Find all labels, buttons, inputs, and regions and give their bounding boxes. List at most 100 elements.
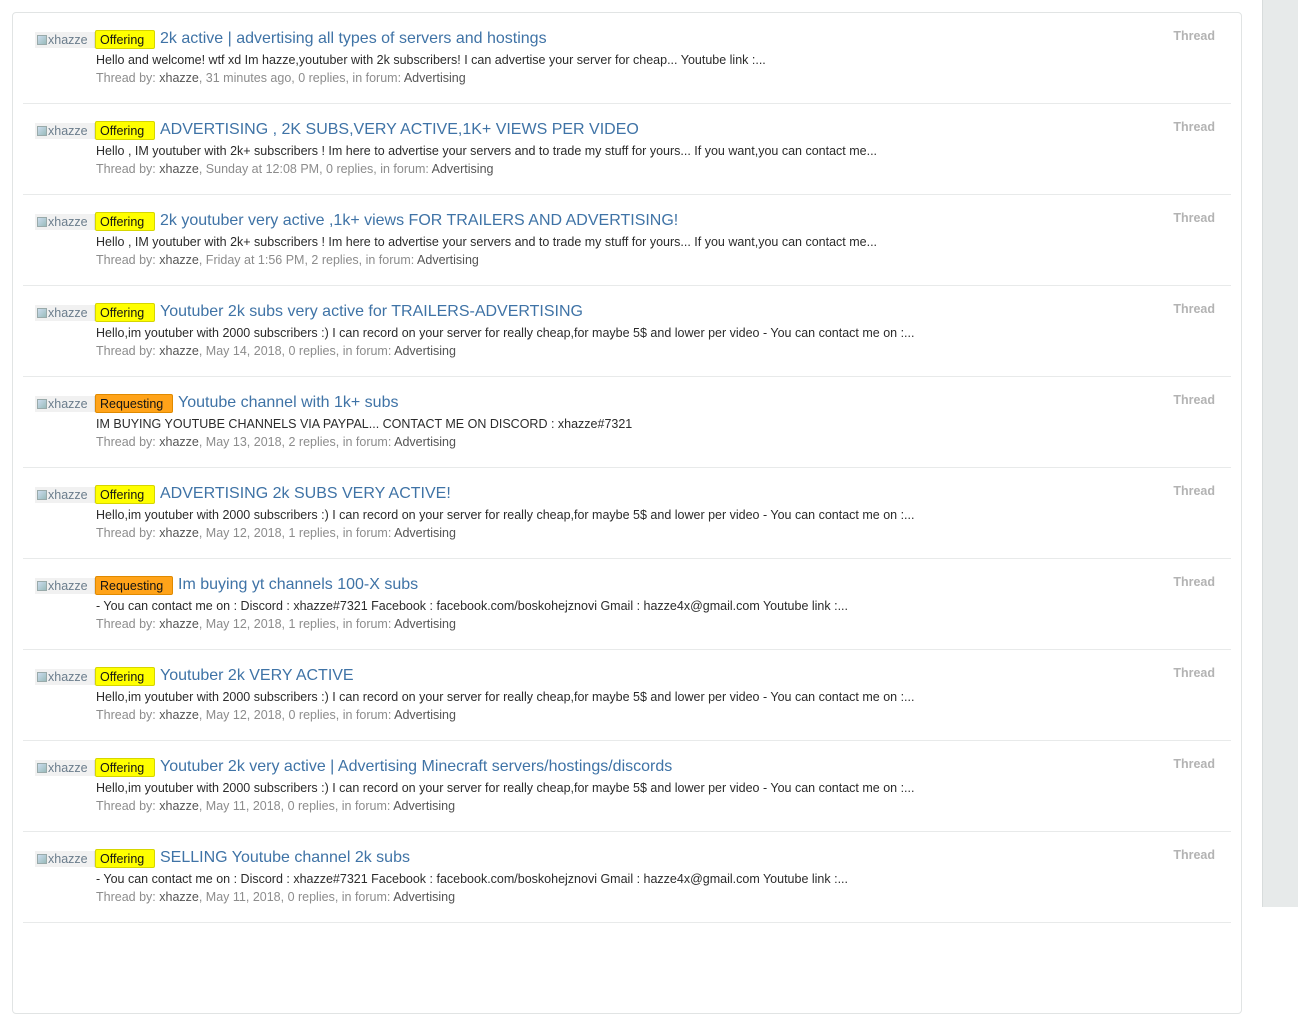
prefix-badge: Requesting	[95, 576, 173, 595]
broken-image-icon	[37, 490, 47, 500]
meta-details: , Sunday at 12:08 PM, 0 replies, in foru…	[198, 162, 429, 176]
forum-link[interactable]: Advertising	[404, 71, 466, 85]
broken-image-icon	[37, 854, 47, 864]
author-link[interactable]: xhazze	[159, 435, 199, 449]
avatar[interactable]: xhazze	[35, 851, 95, 867]
broken-image-icon	[37, 308, 47, 318]
content-type-label: Thread	[1173, 120, 1215, 134]
avatar[interactable]: xhazze	[35, 305, 95, 321]
avatar[interactable]: xhazze	[35, 487, 95, 503]
avatar-alt-text: xhazze	[48, 215, 88, 229]
avatar[interactable]: xhazze	[35, 578, 95, 594]
meta-details: , May 12, 2018, 1 replies, in forum:	[198, 526, 392, 540]
broken-image-icon	[37, 763, 47, 773]
forum-link[interactable]: Advertising	[393, 799, 455, 813]
thread-meta: Thread by: xhazze, May 11, 2018, 0 repli…	[96, 890, 455, 905]
content-type-label: Thread	[1173, 757, 1215, 771]
result-item: xhazze Offering 2k youtuber very active …	[23, 195, 1231, 286]
avatar-alt-text: xhazze	[48, 579, 88, 593]
content-type-label: Thread	[1173, 211, 1215, 225]
content-type-label: Thread	[1173, 29, 1215, 43]
thread-snippet: Hello , IM youtuber with 2k+ subscribers…	[96, 144, 878, 158]
forum-link[interactable]: Advertising	[417, 253, 479, 267]
thread-snippet: Hello , IM youtuber with 2k+ subscribers…	[96, 235, 878, 249]
thread-snippet: - You can contact me on : Discord : xhaz…	[96, 872, 848, 886]
meta-details: , Friday at 1:56 PM, 2 replies, in forum…	[198, 253, 415, 267]
meta-label: Thread by:	[96, 708, 156, 722]
thread-title-link[interactable]: Im buying yt channels 100-X subs	[178, 575, 418, 595]
thread-title-link[interactable]: ADVERTISING 2k SUBS VERY ACTIVE!	[160, 484, 451, 504]
avatar[interactable]: xhazze	[35, 760, 95, 776]
meta-label: Thread by:	[96, 435, 156, 449]
meta-label: Thread by:	[96, 344, 156, 358]
author-link[interactable]: xhazze	[159, 890, 199, 904]
result-item: xhazze Requesting Im buying yt channels …	[23, 559, 1231, 650]
meta-label: Thread by:	[96, 526, 156, 540]
result-item: xhazze Offering ADVERTISING , 2K SUBS,VE…	[23, 104, 1231, 195]
right-gutter	[1262, 0, 1298, 907]
thread-title-link[interactable]: Youtuber 2k subs very active for TRAILER…	[160, 302, 583, 322]
author-link[interactable]: xhazze	[159, 344, 199, 358]
result-item: xhazze Offering Youtuber 2k subs very ac…	[23, 286, 1231, 377]
meta-label: Thread by:	[96, 799, 156, 813]
avatar[interactable]: xhazze	[35, 396, 95, 412]
forum-link[interactable]: Advertising	[394, 344, 456, 358]
prefix-badge: Offering	[95, 849, 155, 868]
prefix-badge: Offering	[95, 667, 155, 686]
thread-title-link[interactable]: Youtuber 2k VERY ACTIVE	[160, 666, 354, 686]
result-item: xhazze Offering Youtuber 2k VERY ACTIVE …	[23, 650, 1231, 741]
thread-title-link[interactable]: Youtuber 2k very active | Advertising Mi…	[160, 757, 672, 777]
avatar[interactable]: xhazze	[35, 32, 95, 48]
forum-link[interactable]: Advertising	[394, 435, 456, 449]
content-type-label: Thread	[1173, 302, 1215, 316]
thread-title-link[interactable]: 2k youtuber very active ,1k+ views FOR T…	[160, 211, 678, 231]
broken-image-icon	[37, 399, 47, 409]
thread-meta: Thread by: xhazze, May 11, 2018, 0 repli…	[96, 799, 455, 814]
author-link[interactable]: xhazze	[159, 617, 199, 631]
meta-details: , May 12, 2018, 0 replies, in forum:	[198, 708, 392, 722]
prefix-badge: Offering	[95, 121, 155, 140]
forum-link[interactable]: Advertising	[394, 708, 456, 722]
avatar[interactable]: xhazze	[35, 214, 95, 230]
thread-snippet: Hello,im youtuber with 2000 subscribers …	[96, 508, 915, 522]
result-item: xhazze Offering ADVERTISING 2k SUBS VERY…	[23, 468, 1231, 559]
meta-label: Thread by:	[96, 71, 156, 85]
meta-details: , May 12, 2018, 1 replies, in forum:	[198, 617, 392, 631]
meta-label: Thread by:	[96, 162, 156, 176]
thread-meta: Thread by: xhazze, 31 minutes ago, 0 rep…	[96, 71, 466, 86]
avatar-alt-text: xhazze	[48, 761, 88, 775]
thread-title-link[interactable]: 2k active | advertising all types of ser…	[160, 29, 547, 49]
thread-meta: Thread by: xhazze, Friday at 1:56 PM, 2 …	[96, 253, 479, 268]
thread-meta: Thread by: xhazze, May 12, 2018, 1 repli…	[96, 617, 456, 632]
forum-link[interactable]: Advertising	[432, 162, 494, 176]
thread-title-link[interactable]: Youtube channel with 1k+ subs	[178, 393, 398, 413]
forum-link[interactable]: Advertising	[394, 526, 456, 540]
author-link[interactable]: xhazze	[159, 162, 199, 176]
avatar-alt-text: xhazze	[48, 33, 88, 47]
prefix-badge: Offering	[95, 485, 155, 504]
avatar[interactable]: xhazze	[35, 123, 95, 139]
broken-image-icon	[37, 217, 47, 227]
meta-details: , May 14, 2018, 0 replies, in forum:	[198, 344, 392, 358]
thread-title-link[interactable]: ADVERTISING , 2K SUBS,VERY ACTIVE,1K+ VI…	[160, 120, 639, 140]
author-link[interactable]: xhazze	[159, 526, 199, 540]
thread-meta: Thread by: xhazze, May 12, 2018, 1 repli…	[96, 526, 456, 541]
author-link[interactable]: xhazze	[159, 253, 199, 267]
search-results-list: xhazze Offering 2k active | advertising …	[12, 12, 1242, 1014]
forum-link[interactable]: Advertising	[394, 617, 456, 631]
meta-details: , 31 minutes ago, 0 replies, in forum:	[198, 71, 402, 85]
forum-link[interactable]: Advertising	[393, 890, 455, 904]
author-link[interactable]: xhazze	[159, 71, 199, 85]
thread-snippet: - You can contact me on : Discord : xhaz…	[96, 599, 848, 613]
result-item: xhazze Offering 2k active | advertising …	[23, 13, 1231, 104]
avatar[interactable]: xhazze	[35, 669, 95, 685]
meta-label: Thread by:	[96, 617, 156, 631]
author-link[interactable]: xhazze	[159, 799, 199, 813]
prefix-badge: Offering	[95, 212, 155, 231]
thread-title-link[interactable]: SELLING Youtube channel 2k subs	[160, 848, 410, 868]
thread-snippet: Hello and welcome! wtf xd Im hazze,youtu…	[96, 53, 766, 67]
thread-meta: Thread by: xhazze, May 13, 2018, 2 repli…	[96, 435, 456, 450]
broken-image-icon	[37, 126, 47, 136]
result-item: xhazze Requesting Youtube channel with 1…	[23, 377, 1231, 468]
author-link[interactable]: xhazze	[159, 708, 199, 722]
